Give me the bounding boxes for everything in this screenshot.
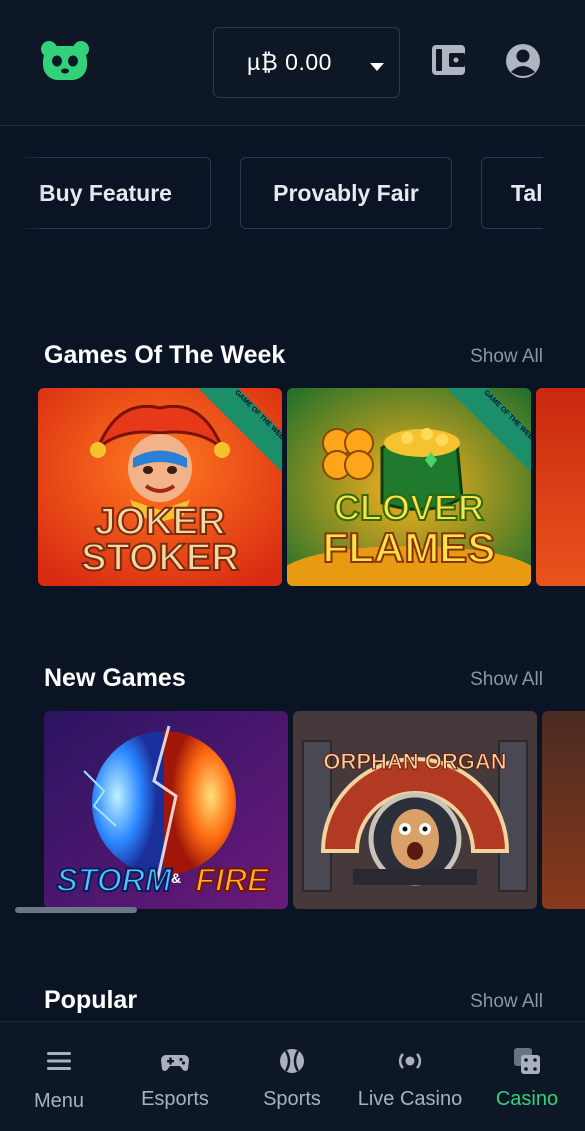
game-title-mid: &	[171, 870, 181, 886]
nav-label: Sports	[263, 1088, 321, 1110]
game-tile-partial[interactable]	[536, 388, 585, 586]
game-tile-joker-stoker[interactable]: GAME OF THE WEEK JOKER STOKER	[38, 388, 282, 586]
chip-provably-fair[interactable]: Provably Fair	[240, 157, 452, 229]
game-title-line2: FIRE	[196, 862, 271, 898]
nav-sports[interactable]: Sports	[252, 1022, 332, 1131]
top-header: µ₿ 0.00	[0, 0, 585, 126]
show-all-games-of-week[interactable]: Show All	[470, 346, 543, 368]
game-title-line1: ORPHAN ORGAN	[323, 749, 506, 774]
section-title-games-of-week: Games Of The Week	[44, 341, 286, 369]
balance-value: µ₿ 0.00	[247, 49, 332, 75]
nav-label: Live Casino	[357, 1088, 463, 1110]
section-title-new-games: New Games	[44, 664, 186, 692]
chip-buy-feature[interactable]: Buy Feature	[0, 157, 211, 229]
chip-label: Buy Feature	[39, 179, 172, 206]
show-all-popular[interactable]: Show All	[470, 991, 543, 1013]
horizontal-scrollbar[interactable]	[15, 907, 137, 913]
balance-selector[interactable]: µ₿ 0.00	[213, 27, 400, 98]
show-all-new-games[interactable]: Show All	[470, 669, 543, 691]
chip-label: Provably Fair	[273, 179, 419, 206]
game-tile-partial[interactable]	[542, 711, 585, 909]
category-chips: Buy Feature Provably Fair Tal	[0, 157, 585, 231]
game-tile-clover-flames[interactable]: GAME OF THE WEEK CLOVER FLAMES	[287, 388, 531, 586]
game-title-line1: CLOVER	[334, 487, 484, 528]
game-title-line1: STORM	[57, 862, 173, 898]
game-tile-orphan-organ[interactable]: ORPHAN ORGAN	[293, 711, 537, 909]
wallet-icon[interactable]	[430, 42, 468, 78]
dice-icon	[512, 1046, 542, 1076]
chip-label: Tal	[511, 179, 543, 206]
nav-label: Menu	[33, 1090, 85, 1112]
nav-esports[interactable]: Esports	[128, 1022, 222, 1131]
panda-logo-icon[interactable]	[40, 40, 90, 82]
nav-label: Esports	[141, 1088, 209, 1110]
chip-table[interactable]: Tal	[481, 157, 585, 229]
new-games-row: STORM & FIRE ORPHAN ORGAN	[0, 711, 585, 909]
user-circle-icon[interactable]	[504, 42, 542, 80]
bottom-navigation: Menu Esports Sports Live Casino Casino	[0, 1021, 585, 1131]
section-title-popular: Popular	[44, 986, 138, 1014]
gamepad-icon	[160, 1046, 190, 1076]
game-tile-storm-fire[interactable]: STORM & FIRE	[44, 711, 288, 909]
live-icon	[395, 1046, 425, 1076]
nav-menu[interactable]: Menu	[22, 1022, 96, 1131]
games-of-week-row: GAME OF THE WEEK JOKER STOKER GAME OF TH…	[0, 388, 585, 586]
hamburger-icon	[44, 1046, 74, 1076]
nav-label: Casino	[495, 1088, 559, 1110]
tennis-ball-icon	[277, 1046, 307, 1076]
game-title-line2: STOKER	[81, 537, 239, 579]
nav-casino[interactable]: Casino	[488, 1022, 566, 1131]
game-title-line2: FLAMES	[323, 524, 496, 571]
chevron-down-icon	[369, 59, 385, 71]
nav-live-casino[interactable]: Live Casino	[350, 1022, 470, 1131]
